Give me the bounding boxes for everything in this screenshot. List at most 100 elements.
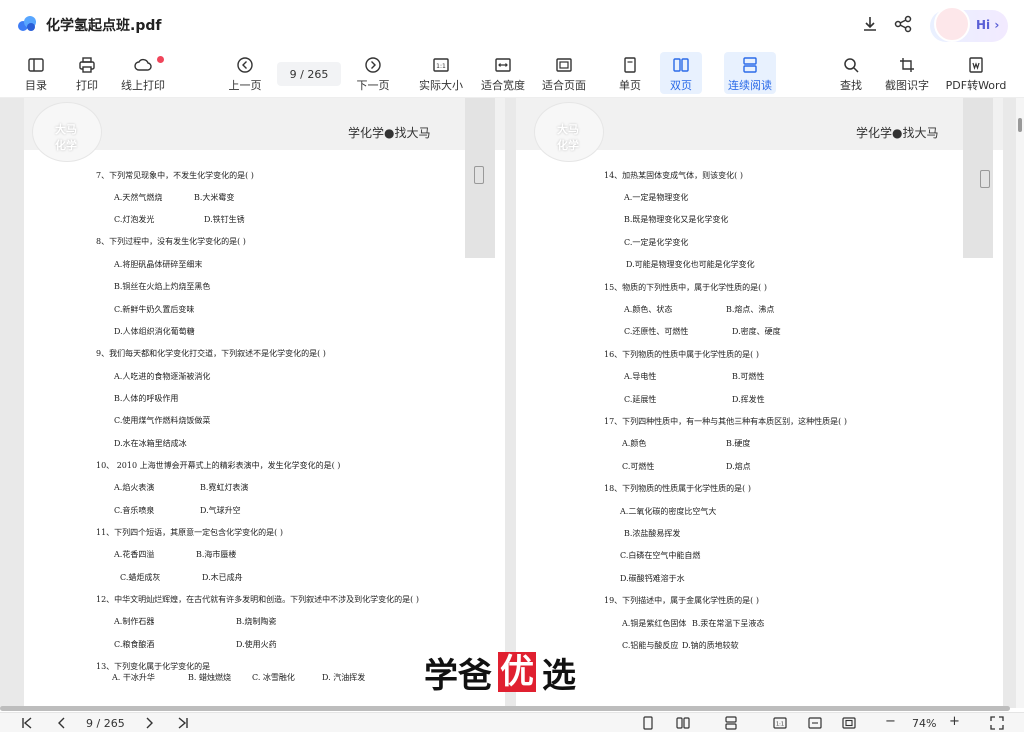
question-text: 9、我们每天都和化学变化打交道，下列叙述不是化学变化的是( ) <box>96 349 326 358</box>
download-icon[interactable] <box>860 14 880 34</box>
horizontal-scrollbar[interactable] <box>0 706 1010 711</box>
question-option: A.颜色、状态 <box>624 305 673 314</box>
question-option: D.碳酸钙难溶于水 <box>620 574 685 583</box>
outline-button[interactable]: 目录 <box>22 52 50 94</box>
fit-page-button[interactable]: 适合页面 <box>541 52 587 94</box>
question-option: A.一定是物理变化 <box>624 193 689 202</box>
question-option: B.海市蜃楼 <box>196 550 237 559</box>
question-option: B.烧制陶瓷 <box>236 617 277 626</box>
next-page-icon[interactable] <box>142 716 156 730</box>
question-option: A.天然气燃烧 <box>114 193 163 202</box>
question-text: 15、物质的下列性质中，属于化学性质的是( ) <box>604 283 767 292</box>
question-text: 11、下列四个短语，其原意一定包含化学变化的是( ) <box>96 528 283 537</box>
question-text: 19、下列描述中，属于金属化学性质的是( ) <box>604 596 759 605</box>
question-text: 16、下列物质的性质中属于化学性质的是( ) <box>604 350 759 359</box>
prev-page-button[interactable]: 上一页 <box>228 52 262 94</box>
question-option: B.熔点、沸点 <box>726 305 775 314</box>
question-option: B.大米霉变 <box>194 193 235 202</box>
next-page-button[interactable]: 下一页 <box>356 52 390 94</box>
fit-page-icon[interactable] <box>842 716 856 730</box>
question-option: D.挥发性 <box>732 395 765 404</box>
question-option: B.汞在常温下呈液态 <box>692 619 765 628</box>
zoom-out-button[interactable]: − <box>885 714 896 729</box>
online-print-button[interactable]: 线上打印 <box>120 52 166 94</box>
find-button[interactable]: 查找 <box>838 52 864 94</box>
question-option: D.水在冰箱里结成冰 <box>114 439 187 448</box>
double-page-button[interactable]: 双页 <box>660 52 702 94</box>
vertical-scrollbar[interactable] <box>1016 98 1024 708</box>
pdf-page-right: 大马 化学 学化学●找大马 14、加热某固体变成气体，则该变化( ) A.一定是… <box>516 98 1003 708</box>
prev-page-icon[interactable] <box>55 716 69 730</box>
question-option: C.还原性、可燃性 <box>624 327 689 336</box>
question-text: 14、加热某固体变成气体，则该变化( ) <box>604 171 743 180</box>
question-text: 18、下列物质的性质属于化学性质的是( ) <box>604 484 751 493</box>
page-side-mark <box>980 170 990 188</box>
title-bar: 化学氢起点班.pdf Hi › <box>0 0 1024 48</box>
fit-width-icon[interactable] <box>808 716 822 730</box>
continuous-read-button[interactable]: 连续阅读 <box>724 52 776 94</box>
question-option: A.花香四溢 <box>114 550 155 559</box>
assistant-avatar <box>934 6 970 42</box>
question-text: 8、下列过程中，没有发生化学变化的是( ) <box>96 237 246 246</box>
document-title: 化学氢起点班.pdf <box>46 18 162 34</box>
actual-size-icon[interactable]: 1:1 <box>773 716 787 730</box>
pdf-to-word-button[interactable]: PDF转Word <box>946 52 1006 94</box>
question-option: A.颜色 <box>622 439 647 448</box>
question-option: A.将胆矾晶体研碎至细末 <box>114 260 203 269</box>
assistant-button[interactable]: Hi › <box>930 6 1008 42</box>
zoom-in-button[interactable]: + <box>949 714 960 729</box>
last-page-icon[interactable] <box>176 716 190 730</box>
question-option: A. 干冰升华 <box>112 673 155 682</box>
single-page-view-icon[interactable] <box>641 716 655 730</box>
question-option: A.制作石器 <box>114 617 155 626</box>
continuous-view-icon[interactable] <box>724 716 738 730</box>
fit-width-button[interactable]: 适合宽度 <box>480 52 526 94</box>
crop-icon <box>900 58 914 72</box>
continuous-icon <box>743 57 757 73</box>
ocr-button[interactable]: 截图识字 <box>884 52 930 94</box>
status-page-indicator[interactable]: 9 / 265 <box>86 717 125 730</box>
question-option: B.铜丝在火焰上灼烧至黑色 <box>114 282 211 291</box>
question-option: B.浓盐酸易挥发 <box>624 529 681 538</box>
single-page-button[interactable]: 单页 <box>616 52 644 94</box>
page-logo: 大马 化学 <box>534 102 604 162</box>
fullscreen-icon[interactable] <box>990 716 1004 730</box>
word-convert-icon <box>969 57 983 73</box>
fit-page-icon <box>556 58 572 72</box>
question-text: 17、下列四种性质中，有一种与其他三种有本质区别，这种性质是( ) <box>604 417 847 426</box>
question-option: D.铁钉生锈 <box>204 215 245 224</box>
notification-dot <box>157 56 164 63</box>
question-option: D.人体组织消化葡萄糖 <box>114 327 195 336</box>
question-option: B. 蜡烛燃烧 <box>188 673 231 682</box>
single-page-icon <box>624 57 636 73</box>
question-option: D.木已成舟 <box>202 573 243 582</box>
actual-size-button[interactable]: 1:1 实际大小 <box>418 52 464 94</box>
circle-right-icon <box>365 57 381 73</box>
question-option: C.使用煤气作燃料烧饭做菜 <box>114 416 211 425</box>
question-option: D. 汽油挥发 <box>322 673 366 682</box>
share-icon[interactable] <box>893 14 913 34</box>
page-number-input[interactable]: 9 / 265 <box>277 62 341 86</box>
watermark: 学爸优选 <box>424 652 576 696</box>
cloud-logo-icon <box>18 16 36 31</box>
double-page-view-icon[interactable] <box>676 716 690 730</box>
page-brand: 学化学●找大马 <box>856 126 939 140</box>
first-page-icon[interactable] <box>20 716 34 730</box>
search-icon <box>844 58 859 73</box>
question-option: D.密度、硬度 <box>732 327 781 336</box>
one-to-one-icon: 1:1 <box>433 58 449 72</box>
question-option: D.钠的质地较软 <box>682 641 739 650</box>
question-option: D.可能是物理变化也可能是化学变化 <box>626 260 755 269</box>
question-option: B.既是物理变化又是化学变化 <box>624 215 729 224</box>
zoom-level[interactable]: 74% <box>912 717 936 730</box>
page-logo: 大马 化学 <box>32 102 102 162</box>
question-option: D.熔点 <box>726 462 751 471</box>
question-option: C.铝能与酸反应 <box>622 641 679 650</box>
question-option: C.白磷在空气中能自燃 <box>620 551 701 560</box>
question-option: A.导电性 <box>624 372 657 381</box>
question-option: C.新鲜牛奶久置后变味 <box>114 305 195 314</box>
question-option: C.一定是化学变化 <box>624 238 689 247</box>
print-button[interactable]: 打印 <box>74 52 100 94</box>
vertical-scroll-thumb[interactable] <box>1018 118 1022 132</box>
pdf-page-left: 大马 化学 学化学●找大马 7、下列常见现象中，不发生化学变化的是( ) A.天… <box>24 98 505 708</box>
